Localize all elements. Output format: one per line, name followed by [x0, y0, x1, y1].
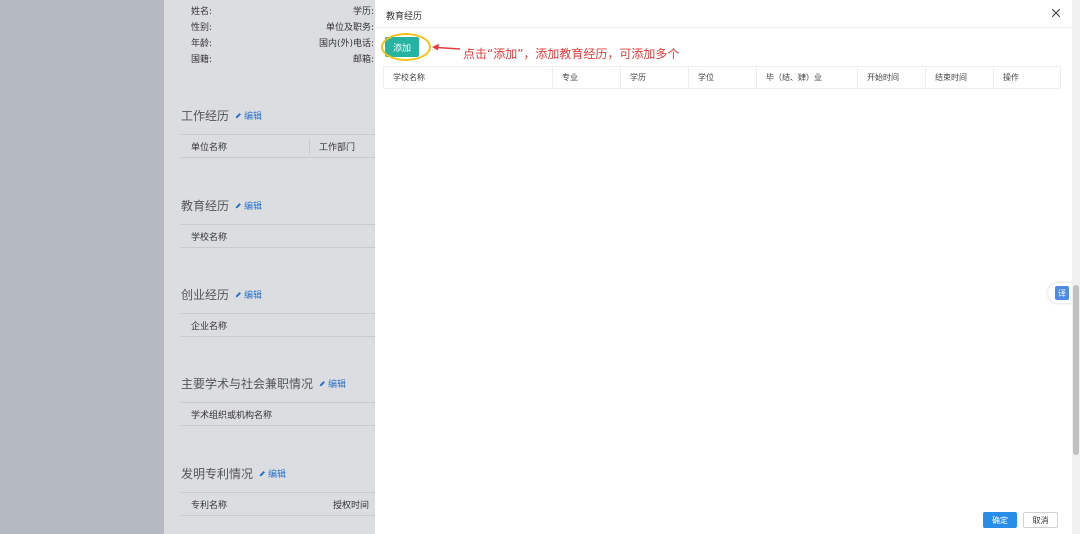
table-header-cell: 操作	[1003, 73, 1019, 82]
cancel-button[interactable]: 取消	[1023, 512, 1058, 528]
pencil-icon	[259, 471, 265, 477]
edit-link[interactable]: 编辑	[235, 288, 262, 301]
info-label: 邮箱:	[352, 55, 374, 65]
table-header-cell: 单位名称	[191, 142, 228, 153]
table-header-cell: 学校名称	[384, 67, 553, 88]
edit-label: 编辑	[268, 470, 287, 480]
table-header-cell: 工作部门	[319, 142, 356, 153]
info-label: 年龄:	[191, 39, 213, 49]
section-title: 创业经历	[181, 288, 230, 302]
scrollbar-thumb[interactable]	[1073, 285, 1079, 455]
pencil-icon	[235, 292, 241, 298]
edit-link[interactable]: 编辑	[259, 467, 286, 480]
education-table-header: 学校名称 专业 学历 学位 毕（结、肄）业 开始时间 结束时间 操作	[383, 66, 1061, 89]
annotation-text: 点击“添加”，添加教育经历，可添加多个	[463, 47, 680, 61]
basic-info-grid: 姓名: 学历: 性别: 单位及职务: 年龄: 国内(外)电话: 国籍: 邮箱:	[164, 4, 374, 68]
section-title: 主要学术与社会兼职情况	[181, 377, 314, 391]
add-button[interactable]: 添加	[385, 37, 419, 57]
pencil-icon	[319, 381, 325, 387]
info-label: 姓名:	[191, 7, 213, 17]
close-button[interactable]	[1050, 7, 1062, 19]
table-header-cell: 开始时间	[858, 67, 926, 88]
edit-label: 编辑	[244, 202, 263, 212]
section-title: 工作经历	[181, 109, 230, 123]
info-row: 年龄: 国内(外)电话:	[164, 36, 374, 52]
arrow-left-icon	[432, 43, 461, 51]
edit-label: 编辑	[328, 380, 347, 390]
section-title: 教育经历	[181, 199, 230, 213]
modal-header: 教育经历	[375, 0, 1072, 28]
edit-label: 编辑	[244, 112, 263, 122]
backdrop-left	[0, 0, 164, 534]
info-label: 学历:	[352, 7, 374, 17]
column-divider	[309, 138, 310, 154]
section-title: 发明专利情况	[181, 467, 254, 481]
info-row: 国籍: 邮箱:	[164, 52, 374, 68]
info-row: 姓名: 学历:	[164, 4, 374, 20]
info-label: 性别:	[191, 23, 213, 33]
education-modal: 教育经历 添加 点击“添加”，添加教育经历，可添加多个 学校名称 专业 学历 学…	[375, 0, 1072, 534]
pencil-icon	[235, 203, 241, 209]
info-row: 性别: 单位及职务:	[164, 20, 374, 36]
info-label: 单位及职务:	[325, 23, 374, 33]
close-icon	[1051, 8, 1061, 18]
table-header-cell: 学术组织或机构名称	[191, 410, 273, 421]
table-header-cell: 结束时间	[926, 67, 994, 88]
edit-link[interactable]: 编辑	[235, 199, 262, 212]
table-header-cell: 企业名称	[191, 321, 228, 332]
pencil-icon	[235, 113, 241, 119]
table-header-cell: 学位	[689, 67, 757, 88]
table-header-cell: 授权时间	[333, 500, 370, 511]
table-header-cell: 专利名称	[191, 500, 228, 511]
info-label: 国籍:	[191, 55, 213, 65]
edit-label: 编辑	[244, 291, 263, 301]
page-scrollbar[interactable]	[1072, 0, 1080, 534]
modal-title: 教育经历	[386, 12, 423, 22]
table-header-cell: 学校名称	[191, 232, 228, 243]
confirm-button[interactable]: 确定	[983, 512, 1017, 528]
table-header-cell: 毕（结、肄）业	[757, 67, 858, 88]
edit-link[interactable]: 编辑	[235, 109, 262, 122]
translate-icon: 译	[1055, 286, 1069, 300]
info-label: 国内(外)电话:	[318, 39, 374, 49]
table-header-cell: 学历	[621, 67, 689, 88]
edit-link[interactable]: 编辑	[319, 377, 346, 390]
table-header-cell: 专业	[553, 67, 621, 88]
